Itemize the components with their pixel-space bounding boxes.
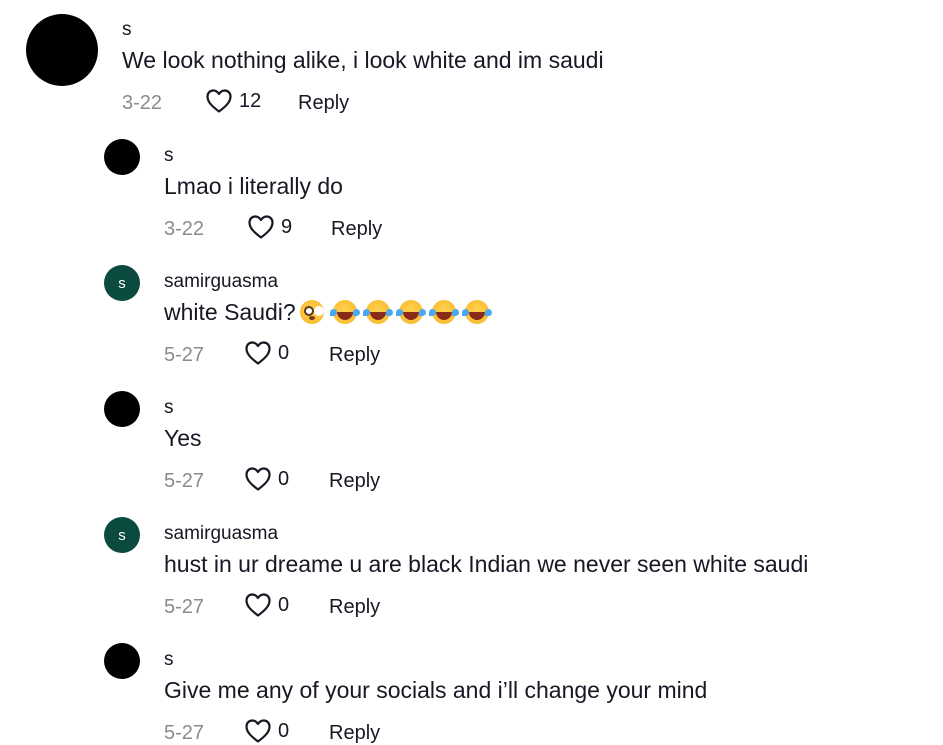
comment-username[interactable]: s [164,145,174,167]
like-count: 0 [278,720,290,742]
reply-button[interactable]: Reply [298,91,349,115]
comment-text-content: white Saudi? [164,299,296,325]
user-avatar[interactable] [104,139,140,175]
like-count: 0 [278,342,290,364]
like-count: 9 [281,216,293,238]
reply-button[interactable]: Reply [329,343,380,367]
comment-text: Yes [164,425,202,451]
comment-username[interactable]: samirguasma [164,271,278,293]
heart-icon [245,341,271,365]
heart-icon [206,89,232,113]
tears-of-joy-emoji-icon [329,300,357,324]
comment-text: Give me any of your socials and i’ll cha… [164,677,708,703]
comment-username[interactable]: s [164,397,174,419]
comment-username[interactable]: s [122,19,132,41]
comment-text: We look nothing alike, i look white and … [122,47,604,73]
user-avatar[interactable]: s [104,265,140,301]
heart-icon [245,467,271,491]
comment-text: white Saudi? [164,298,498,326]
heart-icon [245,593,271,617]
tears-of-joy-emoji-icon [428,300,456,324]
emoji-group [299,298,498,326]
comment-date: 5-27 [164,596,205,618]
comment-text: Lmao i literally do [164,173,343,199]
reply-button[interactable]: Reply [329,595,380,619]
comment-date: 3-22 [164,218,205,240]
like-count: 0 [278,468,290,490]
like-button[interactable]: 12 [205,88,261,114]
user-avatar[interactable] [26,14,98,86]
like-button[interactable]: 0 [244,718,289,744]
like-button[interactable]: 0 [244,340,289,366]
user-avatar[interactable] [104,643,140,679]
comment-username[interactable]: samirguasma [164,523,278,545]
heart-icon [245,719,271,743]
reply-button[interactable]: Reply [329,469,380,493]
tears-of-joy-emoji-icon [362,300,390,324]
like-count: 12 [239,90,262,112]
user-avatar[interactable] [104,391,140,427]
comment-text: hust in ur dreame u are black Indian we … [164,551,809,577]
like-button[interactable]: 9 [247,214,292,240]
like-button[interactable]: 0 [244,466,289,492]
tears-of-joy-emoji-icon [461,300,489,324]
comment-date: 5-27 [164,344,205,366]
flushed-face-emoji-icon [299,300,324,324]
like-button[interactable]: 0 [244,592,289,618]
comment-date: 3-22 [122,92,163,114]
heart-icon [248,215,274,239]
reply-button[interactable]: Reply [331,217,382,241]
tears-of-joy-emoji-icon [395,300,423,324]
user-avatar[interactable]: s [104,517,140,553]
comment-date: 5-27 [164,722,205,744]
comment-date: 5-27 [164,470,205,492]
comment-username[interactable]: s [164,649,174,671]
like-count: 0 [278,594,290,616]
reply-button[interactable]: Reply [329,721,380,745]
